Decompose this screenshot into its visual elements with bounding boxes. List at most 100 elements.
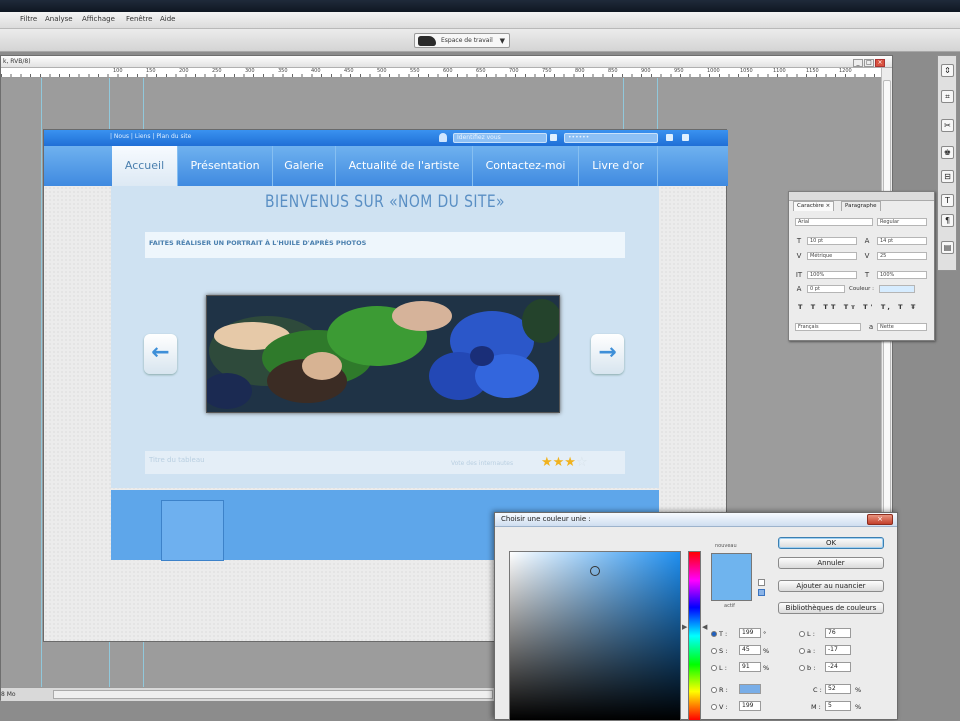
superscript-button[interactable]: T' <box>863 303 875 311</box>
paragraph-icon[interactable]: ¶ <box>941 214 954 227</box>
menu-filtre[interactable]: Filtre <box>20 15 37 23</box>
brightness-row[interactable]: L : <box>711 664 727 672</box>
green-input[interactable]: 199 <box>739 701 761 711</box>
close-icon[interactable]: × <box>875 59 885 67</box>
hue-input[interactable]: 199 <box>739 628 761 638</box>
move-tool-icon[interactable]: ⇕ <box>941 64 954 77</box>
dialog-close-button[interactable]: × <box>867 514 893 525</box>
gamut-warning-icon[interactable] <box>758 579 765 586</box>
menu-aide[interactable]: Aide <box>160 15 175 23</box>
hue-slider[interactable] <box>688 551 701 721</box>
subscript-button[interactable]: T, <box>881 303 893 311</box>
web-safe-icon[interactable] <box>758 589 765 596</box>
brightness-radio[interactable] <box>711 665 717 671</box>
lab-l-input[interactable]: 76 <box>825 628 851 638</box>
font-size-field[interactable]: 10 pt <box>807 237 857 245</box>
tab-caractere[interactable]: Caractère × <box>793 201 835 211</box>
nav-actualite[interactable]: Actualité de l'artiste <box>336 146 473 186</box>
layers-icon[interactable]: ⌗ <box>941 90 954 103</box>
menu-affichage[interactable]: Affichage <box>82 15 115 23</box>
red-input[interactable] <box>739 684 761 694</box>
antialias-field[interactable]: Nette <box>877 323 927 331</box>
font-style-field[interactable]: Regular <box>877 218 927 226</box>
selected-placeholder-box[interactable] <box>161 500 224 561</box>
stamp-icon[interactable]: ♚ <box>941 146 954 159</box>
faux-italic-button[interactable]: T <box>811 303 818 311</box>
lab-b-radio[interactable] <box>799 665 805 671</box>
panel-header[interactable] <box>789 192 934 201</box>
ok-button[interactable]: OK <box>778 537 884 549</box>
nav-accueil[interactable]: Accueil <box>112 146 178 186</box>
saturation-radio[interactable] <box>711 648 717 654</box>
text-color-swatch[interactable] <box>879 285 915 293</box>
horizontal-scrollbar[interactable] <box>53 690 493 699</box>
brightness-input[interactable]: 91 <box>739 662 761 672</box>
panel-icon[interactable]: ⊟ <box>941 170 954 183</box>
lab-l-row[interactable]: L : <box>799 630 815 638</box>
add-to-swatches-button[interactable]: Ajouter au nuancier <box>778 580 884 592</box>
lab-b-input[interactable]: -24 <box>825 662 851 672</box>
maximize-icon[interactable]: □ <box>864 59 874 67</box>
nav-presentation[interactable]: Présentation <box>178 146 273 186</box>
menu-analyse[interactable]: Analyse <box>45 15 73 23</box>
nav-contact[interactable]: Contactez-moi <box>473 146 579 186</box>
magenta-input[interactable]: 5 <box>825 701 851 711</box>
leading-icon: A <box>864 237 870 245</box>
minimize-icon[interactable]: _ <box>853 59 863 67</box>
saturation-input[interactable]: 45 <box>739 645 761 655</box>
tracking-field[interactable]: 25 <box>877 252 927 260</box>
flag-en-icon[interactable] <box>682 134 689 141</box>
channels-icon[interactable]: ▤ <box>941 241 954 254</box>
login-go-icon[interactable] <box>550 134 557 141</box>
flag-fr-icon[interactable] <box>666 134 673 141</box>
lab-a-input[interactable]: -17 <box>825 645 851 655</box>
subtitle-text: FAITES RÉALISER UN PORTRAIT À L'HUILE D'… <box>149 239 367 247</box>
red-row[interactable]: R : <box>711 686 728 694</box>
topbar-links[interactable]: | Nous | Liens | Plan du site <box>110 133 191 140</box>
menu-fenetre[interactable]: Fenêtre <box>126 15 152 23</box>
all-caps-button[interactable]: TT <box>823 303 838 311</box>
login-input[interactable]: Identifiez vous <box>453 133 547 143</box>
color-cursor[interactable] <box>590 566 600 576</box>
hscale-field[interactable]: 100% <box>877 271 927 279</box>
underline-button[interactable]: T <box>898 303 905 311</box>
strikethrough-button[interactable]: Ŧ <box>911 303 918 311</box>
font-family-field[interactable]: Arial <box>795 218 873 226</box>
current-color-label: actif <box>724 603 735 609</box>
lab-a-row[interactable]: a : <box>799 647 815 655</box>
faux-bold-button[interactable]: T <box>798 303 805 311</box>
hue-radio[interactable] <box>711 631 717 637</box>
type-style-buttons[interactable]: T T TT Tт T' T, T Ŧ <box>798 303 918 311</box>
green-row[interactable]: V : <box>711 703 728 711</box>
saturation-field[interactable] <box>509 551 681 721</box>
lab-b-row[interactable]: b : <box>799 664 815 672</box>
rating-stars[interactable]: ★★★☆ <box>541 455 588 470</box>
type-icon[interactable]: T <box>941 194 954 207</box>
vscale-field[interactable]: 100% <box>807 271 857 279</box>
baseline-field[interactable]: 0 pt <box>807 285 845 293</box>
saturation-row[interactable]: S : <box>711 647 727 655</box>
green-radio[interactable] <box>711 704 717 710</box>
red-radio[interactable] <box>711 687 717 693</box>
slider-next-button[interactable]: → <box>591 334 624 374</box>
workspace-select[interactable]: Espace de travail ▼ <box>414 33 510 48</box>
tab-paragraphe[interactable]: Paragraphe <box>841 201 881 211</box>
cancel-button[interactable]: Annuler <box>778 557 884 569</box>
lab-l-radio[interactable] <box>799 631 805 637</box>
nav-livre-dor[interactable]: Livre d'or <box>579 146 658 186</box>
slider-prev-button[interactable]: ← <box>144 334 177 374</box>
guide-line <box>41 78 42 698</box>
kerning-field[interactable]: Métrique <box>807 252 857 260</box>
cyan-input[interactable]: 52 <box>825 684 851 694</box>
lab-a-radio[interactable] <box>799 648 805 654</box>
hue-row[interactable]: T : <box>711 630 727 638</box>
small-caps-button[interactable]: Tт <box>844 303 858 311</box>
scissors-icon[interactable]: ✂ <box>941 119 954 132</box>
color-libraries-button[interactable]: Bibliothèques de couleurs <box>778 602 884 614</box>
zoom-readout[interactable]: 8 Mo <box>1 691 51 699</box>
password-input[interactable]: •••••• <box>564 133 658 143</box>
leading-field[interactable]: 14 pt <box>877 237 927 245</box>
ruler-label: 600 <box>443 68 453 74</box>
language-field[interactable]: Français <box>795 323 861 331</box>
nav-galerie[interactable]: Galerie <box>273 146 336 186</box>
